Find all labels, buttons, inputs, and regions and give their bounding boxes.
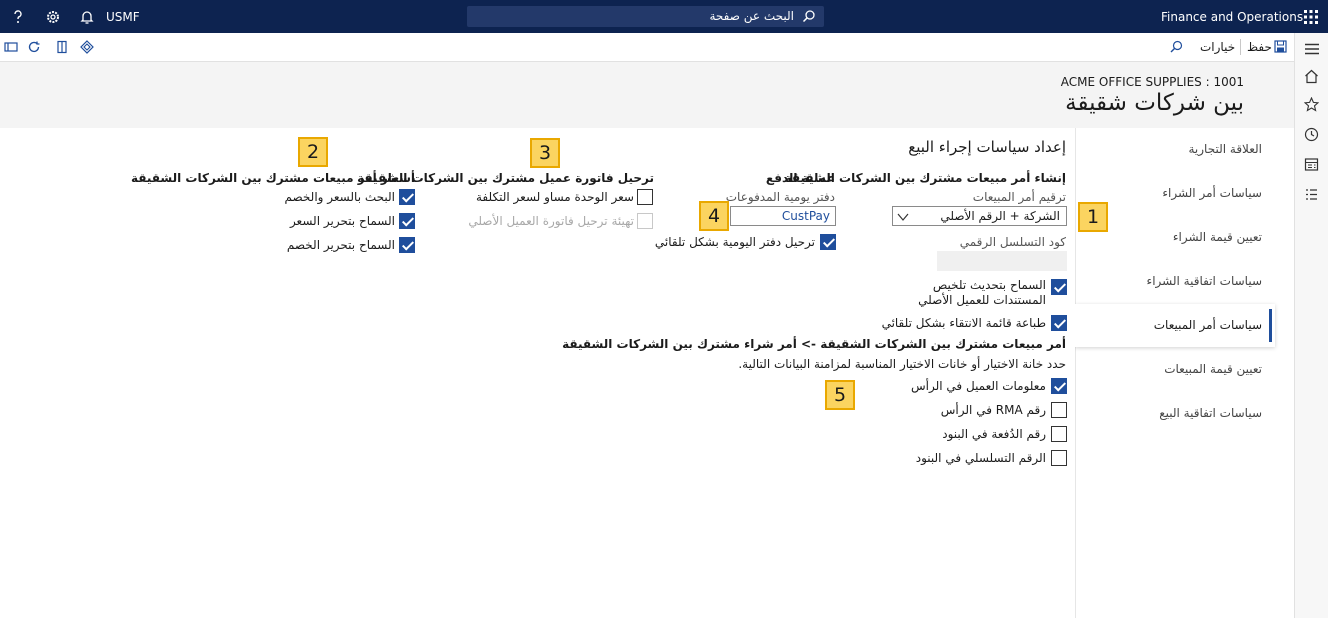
number-sequence-label: كود التسلسل الرقمي — [959, 235, 1066, 249]
customer-info-header-label: معلومات العميل في الرأس — [911, 379, 1046, 393]
action-pane: خيارات حفظ — [0, 33, 1294, 62]
refresh-icon[interactable] — [27, 40, 41, 54]
payment-journal-value: CustPay — [781, 209, 830, 223]
allow-edit-price-label: السماح بتحرير السعر — [289, 214, 395, 228]
tab-purchase-value-mapping[interactable]: تعيين قيمة الشراء — [1173, 230, 1262, 244]
hamburger-menu-icon[interactable] — [1304, 43, 1320, 55]
allow-edit-price-checkbox[interactable] — [399, 213, 415, 229]
save-label: حفظ — [1247, 40, 1272, 54]
rma-number-header-checkbox[interactable] — [1051, 402, 1067, 418]
help-icon[interactable] — [12, 9, 24, 25]
workspaces-icon[interactable] — [1304, 157, 1319, 172]
payment-journal-label: دفتر يومية المدفوعات — [725, 190, 835, 204]
search-icon — [802, 9, 816, 23]
search-placeholder: البحث عن صفحة — [709, 9, 794, 23]
search-icon[interactable] — [1170, 40, 1183, 53]
tab-purchase-order-policies[interactable]: سياسات أمر الشراء — [1162, 186, 1262, 200]
modules-list-icon[interactable] — [1304, 187, 1319, 202]
recent-clock-icon[interactable] — [1304, 127, 1319, 142]
action-divider — [1240, 39, 1241, 55]
save-button[interactable]: حفظ — [1247, 39, 1289, 57]
company-selector[interactable]: USMF — [106, 10, 140, 24]
power-apps-icon[interactable] — [80, 40, 94, 54]
options-button[interactable]: خيارات — [1200, 40, 1235, 54]
tab-sales-order-policies[interactable]: سياسات أمر المبيعات — [1154, 318, 1262, 332]
section-title: إعداد سياسات إجراء البيع — [908, 138, 1066, 156]
so-numbering-select[interactable]: الشركة + الرقم الأصلي — [892, 206, 1067, 226]
save-disk-icon — [1274, 40, 1287, 53]
pricing-heading: أسعار أمر مبيعات مشترك بين الشركات الشقي… — [130, 171, 415, 185]
sync-heading: أمر مبيعات مشترك بين الشركات الشقيقة -> … — [562, 337, 1066, 351]
chevron-down-icon — [897, 211, 909, 221]
allow-edit-discount-label: السماح بتحرير الخصم — [286, 238, 395, 252]
settings-gear-icon[interactable] — [45, 9, 61, 25]
auto-post-journal-label: ترحيل دفتر اليومية بشكل تلقائي — [654, 235, 815, 249]
so-numbering-value: الشركة + الرقم الأصلي — [940, 209, 1060, 223]
tab-sales-value-mapping[interactable]: تعيين قيمة المبيعات — [1164, 362, 1262, 376]
page-search-box[interactable]: البحث عن صفحة — [467, 6, 824, 27]
callout-badge-5: 5 — [825, 380, 855, 410]
tab-sales-agreement-policies[interactable]: سياسات اتفاقية البيع — [1159, 406, 1262, 420]
callout-badge-4: 4 — [699, 201, 729, 231]
navigation-pane — [1294, 33, 1328, 618]
top-navigation-bar: USMF البحث عن صفحة Finance and Operation… — [0, 0, 1328, 33]
notification-bell-icon[interactable] — [80, 9, 94, 25]
search-price-discount-label: البحث بالسعر والخصم — [284, 190, 395, 204]
app-title: Finance and Operations — [1161, 10, 1304, 24]
serial-number-lines-label: الرقم التسلسلي في البنود — [915, 451, 1046, 465]
tab-trading-relationship[interactable]: العلاقة التجارية — [1188, 142, 1262, 156]
number-sequence-field — [937, 251, 1067, 271]
payment-journal-field[interactable]: CustPay — [730, 206, 836, 226]
collapse-panel-icon[interactable] — [4, 41, 18, 53]
office-open-icon[interactable] — [55, 40, 69, 54]
customer-info-header-checkbox[interactable] — [1051, 378, 1067, 394]
callout-badge-3: 3 — [530, 138, 560, 168]
favorites-star-icon[interactable] — [1303, 96, 1320, 112]
auto-post-journal-checkbox[interactable] — [820, 234, 836, 250]
unit-price-cost-checkbox[interactable] — [637, 189, 653, 205]
company-caption: ACME OFFICE SUPPLIES : 1001 — [1060, 75, 1244, 89]
serial-number-lines-checkbox[interactable] — [1051, 450, 1067, 466]
payment-heading: عملية الدفع — [765, 171, 835, 185]
page-header: ACME OFFICE SUPPLIES : 1001 بين شركات شق… — [0, 62, 1294, 128]
sync-instructions: حدد خانة الاختيار أو خانات الاختيار المن… — [738, 357, 1066, 371]
search-price-discount-checkbox[interactable] — [399, 189, 415, 205]
tab-purchase-agreement-policies[interactable]: سياسات اتفاقية الشراء — [1147, 274, 1262, 288]
batch-number-lines-label: رقم الدُفعة في البنود — [942, 427, 1046, 441]
callout-badge-2: 2 — [298, 137, 328, 167]
prepare-invoice-posting-label: تهيئة ترحيل فاتورة العميل الأصلي — [468, 214, 634, 228]
active-tab-indicator — [1269, 309, 1272, 342]
print-picking-list-label: طباعة قائمة الانتقاء بشكل تلقائي — [881, 316, 1046, 330]
allow-update-checkbox[interactable] — [1051, 279, 1067, 295]
app-launcher-waffle-icon[interactable] — [1303, 9, 1319, 25]
so-numbering-label: ترقيم أمر المبيعات — [972, 190, 1066, 204]
print-picking-list-checkbox[interactable] — [1051, 315, 1067, 331]
rma-number-header-label: رقم RMA في الرأس — [940, 403, 1046, 417]
prepare-invoice-posting-checkbox[interactable] — [637, 213, 653, 229]
unit-price-cost-label: سعر الوحدة مساو لسعر التكلفة — [476, 190, 634, 204]
callout-badge-1: 1 — [1078, 202, 1108, 232]
batch-number-lines-checkbox[interactable] — [1051, 426, 1067, 442]
page-title: بين شركات شقيقة — [1065, 90, 1244, 116]
home-icon[interactable] — [1304, 69, 1319, 84]
allow-edit-discount-checkbox[interactable] — [399, 237, 415, 253]
allow-update-label: السماح بتحديث تلخيص المستندات للعميل الأ… — [918, 278, 1046, 307]
